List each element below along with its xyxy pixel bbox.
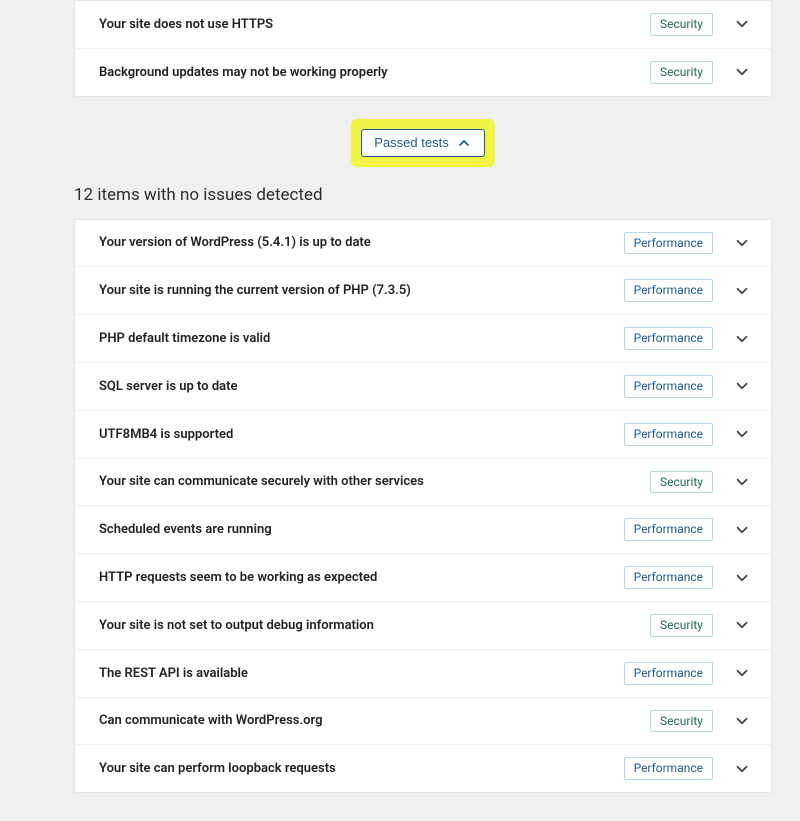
- category-badge: Performance: [624, 423, 713, 446]
- chevron-down-icon[interactable]: [731, 567, 753, 589]
- chevron-down-icon[interactable]: [731, 280, 753, 302]
- health-item[interactable]: Your site is running the current version…: [75, 266, 771, 314]
- item-actions: Performance: [624, 327, 753, 350]
- item-title: SQL server is up to date: [99, 379, 624, 394]
- item-title: Your version of WordPress (5.4.1) is up …: [99, 235, 624, 250]
- health-item[interactable]: The REST API is availablePerformance: [75, 649, 771, 697]
- category-badge: Security: [650, 13, 713, 36]
- item-title: PHP default timezone is valid: [99, 331, 624, 346]
- item-actions: Performance: [624, 518, 753, 541]
- health-item[interactable]: HTTP requests seem to be working as expe…: [75, 553, 771, 601]
- item-title: Your site is running the current version…: [99, 283, 624, 298]
- chevron-down-icon[interactable]: [731, 662, 753, 684]
- chevron-down-icon[interactable]: [731, 13, 753, 35]
- category-badge: Security: [650, 471, 713, 494]
- health-item[interactable]: Your site can communicate securely with …: [75, 458, 771, 506]
- passed-tests-toggle-button[interactable]: Passed tests: [361, 129, 484, 157]
- item-title: Your site can communicate securely with …: [99, 474, 650, 489]
- passed-card: Your version of WordPress (5.4.1) is up …: [74, 219, 772, 794]
- item-actions: Performance: [624, 423, 753, 446]
- item-title: UTF8MB4 is supported: [99, 427, 624, 442]
- item-actions: Security: [650, 471, 753, 494]
- chevron-down-icon[interactable]: [731, 471, 753, 493]
- health-item[interactable]: Your site is not set to output debug inf…: [75, 601, 771, 649]
- category-badge: Security: [650, 614, 713, 637]
- health-item[interactable]: PHP default timezone is validPerformance: [75, 314, 771, 362]
- item-title: The REST API is available: [99, 666, 624, 681]
- health-item[interactable]: SQL server is up to datePerformance: [75, 362, 771, 410]
- highlight-annotation: Passed tests: [351, 119, 494, 167]
- category-badge: Performance: [624, 518, 713, 541]
- item-actions: Security: [650, 614, 753, 637]
- chevron-down-icon[interactable]: [731, 61, 753, 83]
- item-title: Your site is not set to output debug inf…: [99, 618, 650, 633]
- issues-card: Your site does not use HTTPS Security Ba…: [74, 0, 772, 97]
- category-badge: Security: [650, 61, 713, 84]
- category-badge: Performance: [624, 232, 713, 255]
- category-badge: Performance: [624, 327, 713, 350]
- chevron-down-icon[interactable]: [731, 710, 753, 732]
- health-item[interactable]: Background updates may not be working pr…: [75, 48, 771, 96]
- health-item[interactable]: Your site does not use HTTPS Security: [75, 1, 771, 48]
- chevron-down-icon[interactable]: [731, 423, 753, 445]
- category-badge: Performance: [624, 375, 713, 398]
- item-title: Scheduled events are running: [99, 522, 624, 537]
- item-actions: Security: [650, 710, 753, 733]
- toggle-label: Passed tests: [374, 135, 448, 150]
- category-badge: Performance: [624, 757, 713, 780]
- chevron-down-icon[interactable]: [731, 232, 753, 254]
- passed-tests-toggle-wrap: Passed tests: [74, 119, 772, 167]
- item-actions: Performance: [624, 232, 753, 255]
- health-item[interactable]: Your version of WordPress (5.4.1) is up …: [75, 220, 771, 267]
- item-actions: Performance: [624, 279, 753, 302]
- item-title: Your site does not use HTTPS: [99, 17, 650, 32]
- chevron-down-icon[interactable]: [731, 375, 753, 397]
- health-item[interactable]: Scheduled events are runningPerformance: [75, 505, 771, 553]
- health-item[interactable]: Your site can perform loopback requestsP…: [75, 744, 771, 792]
- item-actions: Performance: [624, 662, 753, 685]
- item-actions: Performance: [624, 757, 753, 780]
- chevron-down-icon[interactable]: [731, 758, 753, 780]
- chevron-down-icon[interactable]: [731, 614, 753, 636]
- health-item[interactable]: Can communicate with WordPress.orgSecuri…: [75, 697, 771, 745]
- health-item[interactable]: UTF8MB4 is supportedPerformance: [75, 410, 771, 458]
- category-badge: Performance: [624, 662, 713, 685]
- passed-section-heading: 12 items with no issues detected: [74, 185, 772, 205]
- item-title: Background updates may not be working pr…: [99, 65, 650, 80]
- chevron-up-icon: [456, 135, 472, 151]
- item-actions: Security: [650, 61, 753, 84]
- item-title: Your site can perform loopback requests: [99, 761, 624, 776]
- item-actions: Performance: [624, 566, 753, 589]
- category-badge: Performance: [624, 566, 713, 589]
- item-title: Can communicate with WordPress.org: [99, 713, 650, 728]
- category-badge: Security: [650, 710, 713, 733]
- item-actions: Performance: [624, 375, 753, 398]
- chevron-down-icon[interactable]: [731, 328, 753, 350]
- item-actions: Security: [650, 13, 753, 36]
- category-badge: Performance: [624, 279, 713, 302]
- chevron-down-icon[interactable]: [731, 519, 753, 541]
- item-title: HTTP requests seem to be working as expe…: [99, 570, 624, 585]
